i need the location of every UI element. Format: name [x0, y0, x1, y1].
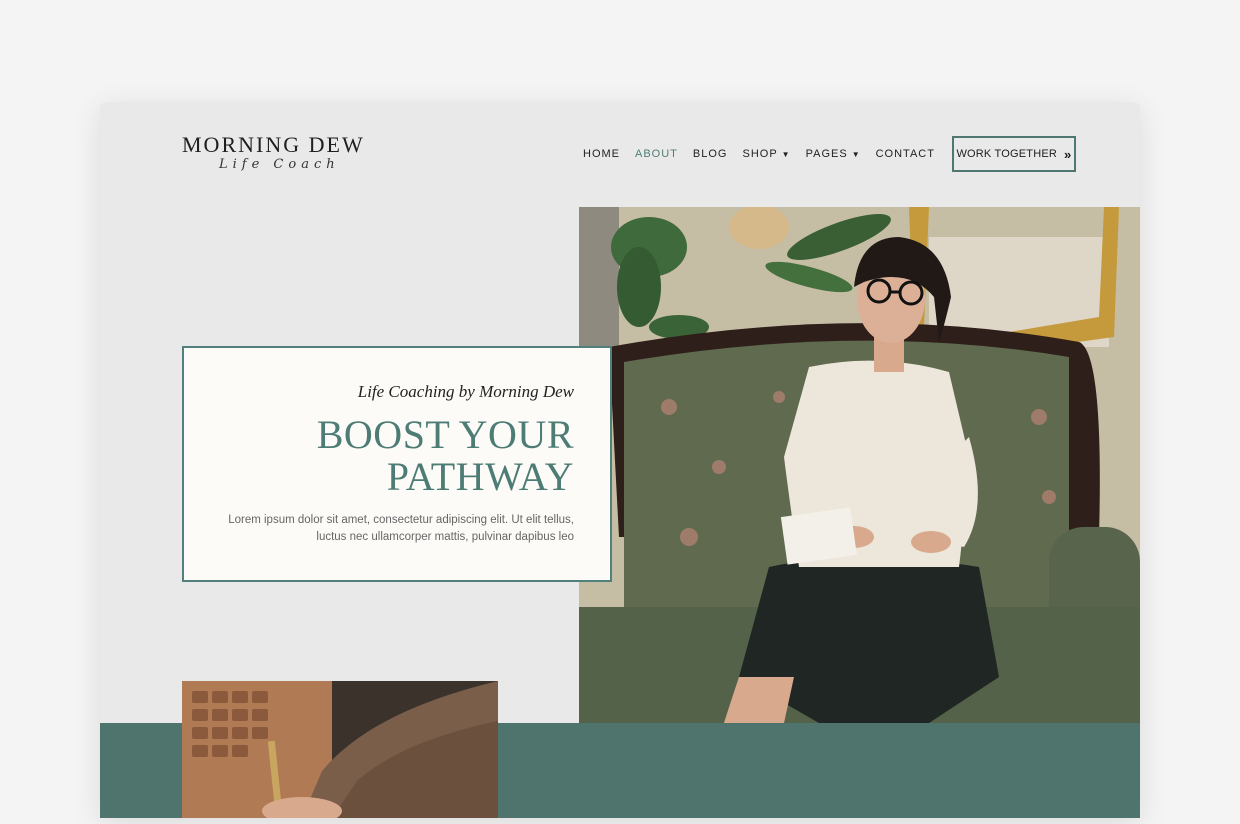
nav-shop-label: SHOP — [742, 148, 778, 160]
writing-photo-illustration — [182, 681, 498, 818]
main-nav: HOME ABOUT BLOG SHOP ▼ PAGES ▼ CONTACT W… — [583, 136, 1076, 172]
hero-title: BOOST YOUR PATHWAY — [204, 414, 574, 498]
work-together-label: WORK TOGETHER — [956, 148, 1058, 160]
hero-eyebrow: Life Coaching by Morning Dew — [357, 382, 574, 401]
hero-body-line-1: Lorem ipsum dolor sit amet, consectetur … — [228, 514, 574, 526]
double-chevron-right-icon: » — [1064, 146, 1072, 162]
hero-card: Life Coaching by Morning Dew BOOST YOUR … — [182, 346, 612, 582]
nav-contact-label: CONTACT — [875, 148, 935, 160]
nav-home[interactable]: HOME — [583, 136, 620, 172]
nav-contact[interactable]: CONTACT — [876, 136, 935, 172]
chevron-down-icon: ▼ — [851, 149, 861, 159]
nav-blog-label: BLOG — [692, 148, 728, 160]
hero-title-line-1: BOOST YOUR — [316, 412, 574, 457]
nav-about-label: ABOUT — [635, 148, 678, 160]
chevron-down-icon: ▼ — [781, 149, 791, 159]
work-together-button[interactable]: WORK TOGETHER » — [951, 136, 1076, 172]
logo-tagline: Life Coach — [219, 157, 340, 172]
writing-photo — [182, 681, 498, 818]
nav-about[interactable]: ABOUT — [635, 136, 678, 172]
hero-body-line-2: luctus nec ullamcorper mattis, pulvinar … — [316, 531, 574, 543]
hero-photo — [579, 207, 1140, 723]
hero-photo-illustration — [579, 207, 1140, 723]
nav-pages[interactable]: PAGES ▼ — [806, 136, 861, 172]
hero-title-line-2: PATHWAY — [386, 454, 574, 499]
nav-blog[interactable]: BLOG — [693, 136, 728, 172]
nav-shop[interactable]: SHOP ▼ — [742, 136, 790, 172]
logo-name: MORNING DEW — [182, 132, 365, 157]
hero-body: Lorem ipsum dolor sit amet, consectetur … — [204, 512, 574, 546]
nav-home-label: HOME — [583, 148, 620, 160]
nav-pages-label: PAGES — [805, 148, 848, 160]
browser-frame: MORNING DEW Life Coach HOME ABOUT BLOG S… — [100, 102, 1140, 818]
site-logo[interactable]: MORNING DEW Life Coach — [182, 132, 365, 173]
